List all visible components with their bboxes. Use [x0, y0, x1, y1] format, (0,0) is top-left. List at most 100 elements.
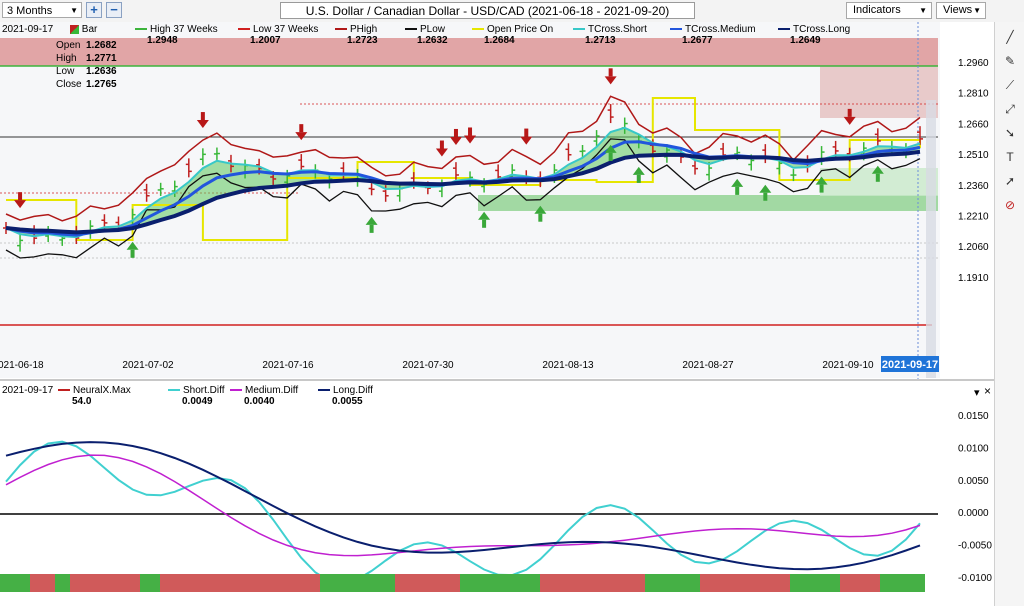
legend-label: High 37 Weeks	[150, 24, 218, 35]
buy-arrow-icon	[369, 224, 374, 233]
ohlc-label: Low	[56, 66, 75, 77]
legend-swatch-icon	[405, 28, 417, 31]
buy-arrow-icon	[608, 152, 613, 161]
ohlc-label: Close	[56, 79, 82, 90]
neuralx-strip-segment	[140, 574, 160, 592]
legend-value: 1.2713	[585, 35, 616, 46]
date-axis-label: 2021-08-13	[542, 360, 594, 371]
price-axis-label: 1.2060	[958, 242, 989, 253]
legend-short-diff: Short.Diff 0.0049	[168, 385, 225, 407]
sell-arrow-icon	[847, 108, 852, 117]
neuralx-strip-segment	[645, 574, 700, 592]
legend-value: 0.0049	[182, 396, 213, 407]
buy-arrow-icon	[875, 173, 880, 182]
date-axis-label: 2021-07-30	[402, 360, 454, 371]
indicator-axis-label: -0.0100	[958, 573, 992, 584]
indicator-axis-label: 0.0100	[958, 443, 989, 454]
indicator-axis-label: -0.0050	[958, 541, 992, 552]
legend-low-37-weeks: Low 37 Weeks 1.2007	[238, 24, 318, 46]
bar-legend: Bar	[70, 24, 97, 35]
legend-long-diff: Long.Diff 0.0055	[318, 385, 373, 407]
legend-value: 1.2723	[347, 35, 378, 46]
date-axis-label: 2021-07-02	[122, 360, 174, 371]
legend-swatch-icon	[778, 28, 790, 31]
sell-arrow-icon	[524, 128, 529, 137]
ohlc-label: Open	[56, 40, 81, 51]
neuralx-strip-segment	[30, 574, 55, 592]
pencil-icon[interactable]: ✎	[1001, 52, 1019, 70]
ohlc-label: High	[56, 53, 77, 64]
price-legend-date: 2021-09-17	[2, 24, 54, 35]
legend-value: 1.2684	[484, 35, 515, 46]
ohlc-value: 1.2765	[86, 79, 117, 90]
sell-arrow-icon	[299, 124, 304, 133]
sell-arrow-icon	[608, 68, 613, 77]
ohlc-value: 1.2682	[86, 40, 117, 51]
bar-swatch-icon	[70, 24, 79, 34]
legend-label: TCross.Medium	[685, 24, 756, 35]
legend-label: TCross.Short	[588, 24, 647, 35]
neuralx-strip-segment	[70, 574, 140, 592]
buy-arrow-icon	[130, 249, 135, 258]
text-tool-icon[interactable]: T	[1001, 148, 1019, 166]
legend-value: 0.0055	[332, 396, 363, 407]
legend-tcross-medium: TCross.Medium 1.2677	[670, 24, 756, 46]
buy-arrow-icon	[482, 219, 487, 228]
trendline-icon[interactable]: ⟋	[1001, 76, 1019, 94]
legend-swatch-icon	[238, 28, 250, 31]
legend-value: 0.0040	[244, 396, 275, 407]
drawing-tools-sidebar: ╱ ✎ ⟋ ⤢ ➘ T ➚ ⊘	[994, 22, 1024, 606]
sell-arrow-icon	[453, 128, 458, 137]
legend-neuralx-max: NeuralX.Max 54.0	[58, 385, 131, 407]
price-axis-label: 1.1910	[958, 273, 989, 284]
legend-value: 54.0	[72, 396, 92, 407]
legend-label: Short.Diff	[183, 385, 225, 396]
legend-value: 1.2649	[790, 35, 821, 46]
ohlc-close: Close 1.2765	[56, 79, 117, 90]
ohlc-high: High 1.2771	[56, 53, 117, 64]
legend-swatch-icon	[168, 389, 180, 392]
bar-legend-label: Bar	[81, 24, 98, 35]
legend-label: PHigh	[350, 24, 378, 35]
pane-divider[interactable]	[0, 379, 994, 381]
buy-arrow-icon	[819, 184, 824, 193]
buy-arrow-icon	[763, 192, 768, 201]
price-axis-label: 1.2360	[958, 181, 989, 192]
legend-swatch-icon	[335, 28, 347, 31]
legend-open-price-on: Open Price On 1.2684	[472, 24, 553, 46]
legend-label: Medium.Diff	[245, 385, 299, 396]
date-axis-label: 2021-07-16	[262, 360, 314, 371]
neuralx-strip-segment	[880, 574, 925, 592]
sell-arrow-icon	[18, 192, 23, 201]
legend-plow: PLow 1.2632	[405, 24, 448, 46]
neuralx-strip-segment	[790, 574, 840, 592]
ohlc-low: Low 1.2636	[56, 66, 117, 77]
ohlc-value: 1.2636	[86, 66, 117, 77]
node-line-icon[interactable]: ⤢	[1001, 100, 1019, 118]
legend-tcross-short: TCross.Short 1.2713	[573, 24, 647, 46]
legend-value: 1.2948	[147, 35, 178, 46]
legend-label: Open Price On	[487, 24, 554, 35]
delete-drawings-icon[interactable]: ⊘	[1001, 196, 1019, 214]
legend-label: Long.Diff	[333, 385, 373, 396]
date-axis-label: 2021-06-18	[0, 360, 44, 371]
price-axis-label: 1.2810	[958, 89, 989, 100]
close-pane-button[interactable]: ×	[984, 384, 991, 398]
neuralx-strip-segment	[395, 574, 460, 592]
buy-arrow-icon	[538, 213, 543, 222]
legend-medium-diff: Medium.Diff 0.0040	[230, 385, 298, 407]
indicator-axis-label: 0.0000	[958, 508, 989, 519]
neuralx-strip-segment	[540, 574, 645, 592]
line-tool-icon[interactable]: ╱	[1001, 28, 1019, 46]
neuralx-strip-segment	[0, 574, 30, 592]
legend-swatch-icon	[135, 28, 147, 31]
legend-swatch-icon	[573, 28, 585, 31]
ohlc-value: 1.2771	[86, 53, 117, 64]
price-axis-label: 1.2960	[958, 58, 989, 69]
neuralx-strip-segment	[460, 574, 540, 592]
indicator-axis-label: 0.0150	[958, 411, 989, 422]
cursor-icon[interactable]: ➘	[1001, 124, 1019, 142]
arrow-tool-icon[interactable]: ➚	[1001, 172, 1019, 190]
price-chart[interactable]: 1.2960 1.2810 1.2660 1.2510 1.2360 1.2210 1.20…	[0, 0, 994, 606]
collapse-pane-button[interactable]: ▾	[974, 386, 980, 399]
